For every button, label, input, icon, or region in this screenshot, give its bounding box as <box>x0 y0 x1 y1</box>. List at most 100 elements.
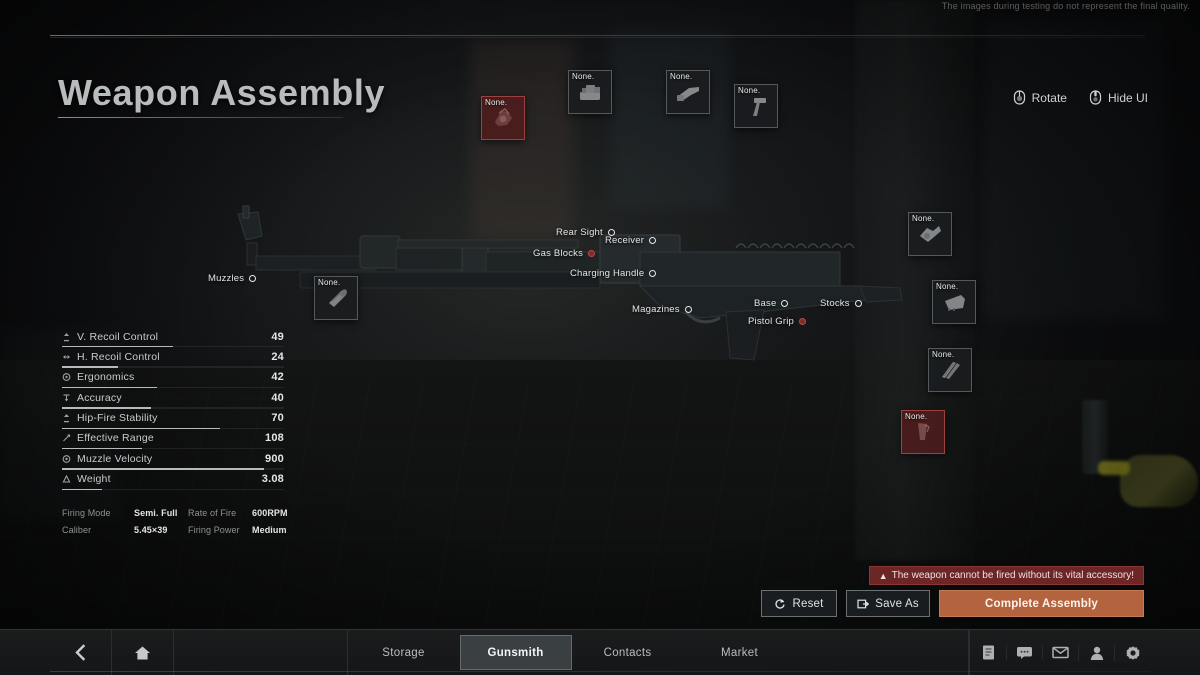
tab-contacts[interactable]: Contacts <box>572 630 684 675</box>
stat-label: Hip-Fire Stability <box>77 412 158 424</box>
attachment-label: None. <box>912 214 934 223</box>
stat-bar-fill <box>62 489 102 490</box>
home-icon <box>134 645 151 661</box>
reset-button[interactable]: Reset <box>761 590 837 617</box>
tab-gunsmith-label: Gunsmith <box>487 647 543 659</box>
nav-home-button[interactable] <box>112 630 174 675</box>
stat-label: Accuracy <box>77 392 122 404</box>
chat-icon <box>1016 645 1033 660</box>
weapon-specs-table: Firing Mode Semi. Full Rate of Fire 600R… <box>62 508 292 535</box>
slot-label-magazines[interactable]: Magazines <box>632 304 692 315</box>
spec-key-caliber: Caliber <box>62 525 134 535</box>
nav-settings-button[interactable] <box>1114 645 1150 661</box>
nav-chat-button[interactable] <box>1006 645 1042 660</box>
stat-row: V. Recoil Control 49 <box>62 328 284 348</box>
attachment-slot-muzzles[interactable]: None. <box>314 276 358 320</box>
stat-label: H. Recoil Control <box>77 351 160 363</box>
nav-right-space <box>796 630 970 675</box>
slot-label-base[interactable]: Base <box>754 298 788 309</box>
tab-storage[interactable]: Storage <box>348 630 460 675</box>
stat-bar-fill <box>62 366 118 367</box>
slot-label-receiver[interactable]: Receiver <box>605 235 656 246</box>
slot-charging-handle-text: Charging Handle <box>570 268 644 279</box>
slot-label-muzzles[interactable]: Muzzles <box>208 273 256 284</box>
hide-ui-label: Hide UI <box>1108 91 1148 105</box>
tab-market[interactable]: Market <box>684 630 796 675</box>
stat-row: Hip-Fire Stability 70 <box>62 410 284 430</box>
slot-magazines-text: Magazines <box>632 304 680 315</box>
rotate-control[interactable]: Rotate <box>1013 90 1067 105</box>
accuracy-icon <box>62 393 71 403</box>
base-icon <box>909 213 951 255</box>
weapon-stats-panel: V. Recoil Control 49 H. Recoil Control 2… <box>62 328 284 491</box>
nav-profile-button[interactable] <box>1078 645 1114 661</box>
complete-assembly-button[interactable]: Complete Assembly <box>939 590 1144 617</box>
title-underline <box>58 117 343 118</box>
spec-value-rate-of-fire: 600RPM <box>252 508 300 518</box>
mail-icon <box>1052 646 1069 659</box>
stat-bar-track <box>62 366 284 367</box>
reset-icon <box>774 598 786 610</box>
page-title: Weapon Assembly <box>58 72 385 114</box>
slot-label-pistol-grip[interactable]: Pistol Grip <box>748 316 806 327</box>
stat-bar-track <box>62 468 284 469</box>
attachment-slot-pistol-grip[interactable]: None. <box>901 410 945 454</box>
hipfire-icon <box>62 413 71 423</box>
nav-notes-button[interactable] <box>970 644 1006 661</box>
stat-value: 24 <box>271 351 284 363</box>
testing-disclaimer: The images during testing do not represe… <box>942 1 1190 11</box>
spec-key-firing-power: Firing Power <box>188 525 252 535</box>
attachment-label: None. <box>670 72 692 81</box>
stock-icon <box>933 281 975 323</box>
page-header: Weapon Assembly <box>58 72 385 118</box>
stat-bar-fill <box>62 468 264 469</box>
tab-market-label: Market <box>721 647 758 659</box>
attachment-slot-magazines[interactable]: None. <box>928 348 972 392</box>
velocity-icon <box>62 454 71 464</box>
range-icon <box>62 433 71 443</box>
stat-row: Muzzle Velocity 900 <box>62 450 284 470</box>
spec-value-firing-power: Medium <box>252 525 300 535</box>
slot-base-text: Base <box>754 298 776 309</box>
bottom-navigation-bar: Storage Gunsmith Contacts Market <box>0 629 1200 675</box>
tab-gunsmith[interactable]: Gunsmith <box>460 635 572 670</box>
slot-label-charging-handle[interactable]: Charging Handle <box>570 268 656 279</box>
attachment-slot-receiver[interactable]: None. <box>666 70 710 114</box>
slot-gas-blocks-text: Gas Blocks <box>533 248 583 259</box>
nav-right-pad <box>1150 630 1200 675</box>
magazine-icon <box>929 349 971 391</box>
slot-label-gas-blocks[interactable]: Gas Blocks <box>533 248 595 259</box>
stat-bar-fill <box>62 407 151 408</box>
ergonomics-icon <box>62 372 71 382</box>
slot-marker-icon <box>855 300 862 307</box>
hide-ui-control[interactable]: Hide UI <box>1089 90 1148 105</box>
profile-icon <box>1089 645 1105 661</box>
save-as-button[interactable]: Save As <box>846 590 930 617</box>
slot-label-stocks[interactable]: Stocks <box>820 298 862 309</box>
vertical-recoil-icon <box>62 332 71 342</box>
attachment-label: None. <box>936 282 958 291</box>
stat-label: Weight <box>77 473 111 485</box>
stat-value: 108 <box>265 432 284 444</box>
stat-bar-track <box>62 428 284 429</box>
attachment-label: None. <box>485 98 507 107</box>
chevron-left-icon <box>73 644 88 661</box>
stat-value: 40 <box>271 392 284 404</box>
nav-mail-button[interactable] <box>1042 646 1078 659</box>
attachment-label: None. <box>572 72 594 81</box>
slot-marker-icon <box>649 270 656 277</box>
status-warning-banner: ▲ The weapon cannot be fired without its… <box>869 566 1144 585</box>
nav-icon-group <box>969 630 1150 675</box>
stat-row: Ergonomics 42 <box>62 369 284 389</box>
attachment-label: None. <box>932 350 954 359</box>
slot-rear-sight-text: Rear Sight <box>556 227 603 238</box>
attachment-slot-base[interactable]: None. <box>908 212 952 256</box>
attachment-slot-charging-handle[interactable]: None. <box>734 84 778 128</box>
mouse-rotate-icon <box>1013 90 1026 105</box>
attachment-slot-stocks[interactable]: None. <box>932 280 976 324</box>
attachment-slot-gas-blocks[interactable]: None. <box>481 96 525 140</box>
nav-back-button[interactable] <box>50 630 112 675</box>
stat-value: 70 <box>271 412 284 424</box>
attachment-label: None. <box>738 86 760 95</box>
attachment-slot-rear-sight[interactable]: None. <box>568 70 612 114</box>
